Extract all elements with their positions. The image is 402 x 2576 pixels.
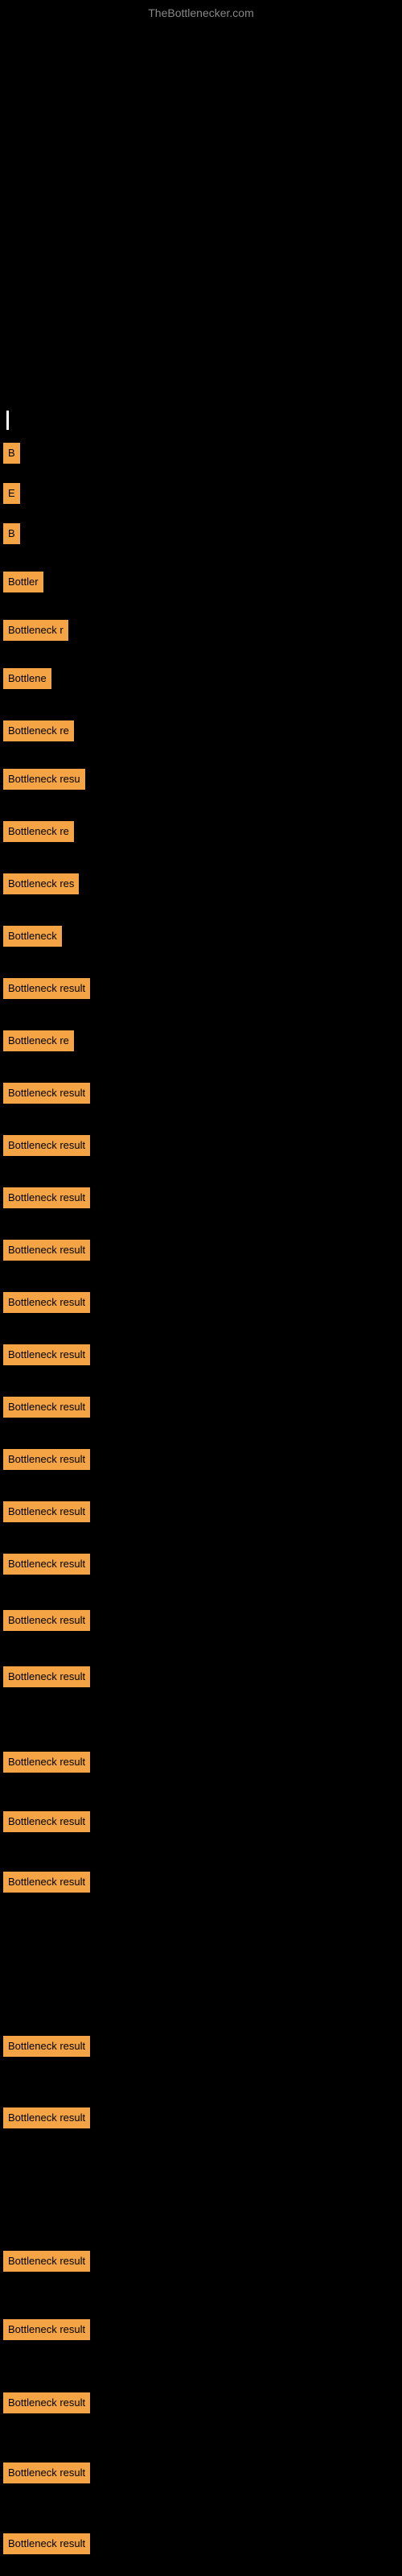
result-item: Bottleneck result bbox=[3, 1501, 90, 1522]
result-item: Bottleneck re bbox=[3, 821, 74, 842]
result-item: Bottleneck result bbox=[3, 2533, 90, 2554]
result-item: Bottleneck result bbox=[3, 1554, 90, 1575]
result-item: E bbox=[3, 483, 20, 504]
result-item: Bottleneck result bbox=[3, 978, 90, 999]
result-item: Bottleneck result bbox=[3, 2392, 90, 2413]
result-item: Bottleneck result bbox=[3, 2251, 90, 2272]
result-item: Bottleneck result bbox=[3, 1752, 90, 1773]
result-item: Bottleneck result bbox=[3, 1397, 90, 1418]
result-item: Bottleneck re bbox=[3, 720, 74, 741]
site-title: TheBottlenecker.com bbox=[148, 6, 254, 19]
result-item: Bottleneck res bbox=[3, 873, 79, 894]
result-item: Bottleneck r bbox=[3, 620, 68, 641]
result-item: B bbox=[3, 443, 20, 464]
result-item: Bottleneck result bbox=[3, 1666, 90, 1687]
result-item: Bottleneck resu bbox=[3, 769, 85, 790]
result-item: Bottleneck result bbox=[3, 1240, 90, 1261]
result-item: Bottleneck result bbox=[3, 1811, 90, 1832]
result-item: Bottleneck bbox=[3, 926, 62, 947]
result-item: Bottleneck result bbox=[3, 1344, 90, 1365]
result-item: Bottleneck result bbox=[3, 1187, 90, 1208]
result-item: Bottleneck result bbox=[3, 2319, 90, 2340]
result-item: Bottleneck result bbox=[3, 2036, 90, 2057]
cursor-indicator bbox=[6, 411, 9, 430]
result-item: Bottleneck result bbox=[3, 1872, 90, 1893]
result-item: Bottler bbox=[3, 572, 43, 592]
result-item: Bottleneck result bbox=[3, 1083, 90, 1104]
result-item: Bottleneck result bbox=[3, 1610, 90, 1631]
result-item: Bottleneck result bbox=[3, 1292, 90, 1313]
result-item: B bbox=[3, 523, 20, 544]
result-item: Bottlene bbox=[3, 668, 51, 689]
result-item: Bottleneck result bbox=[3, 1449, 90, 1470]
result-item: Bottleneck re bbox=[3, 1030, 74, 1051]
result-item: Bottleneck result bbox=[3, 1135, 90, 1156]
result-item: Bottleneck result bbox=[3, 2462, 90, 2483]
result-item: Bottleneck result bbox=[3, 2107, 90, 2128]
